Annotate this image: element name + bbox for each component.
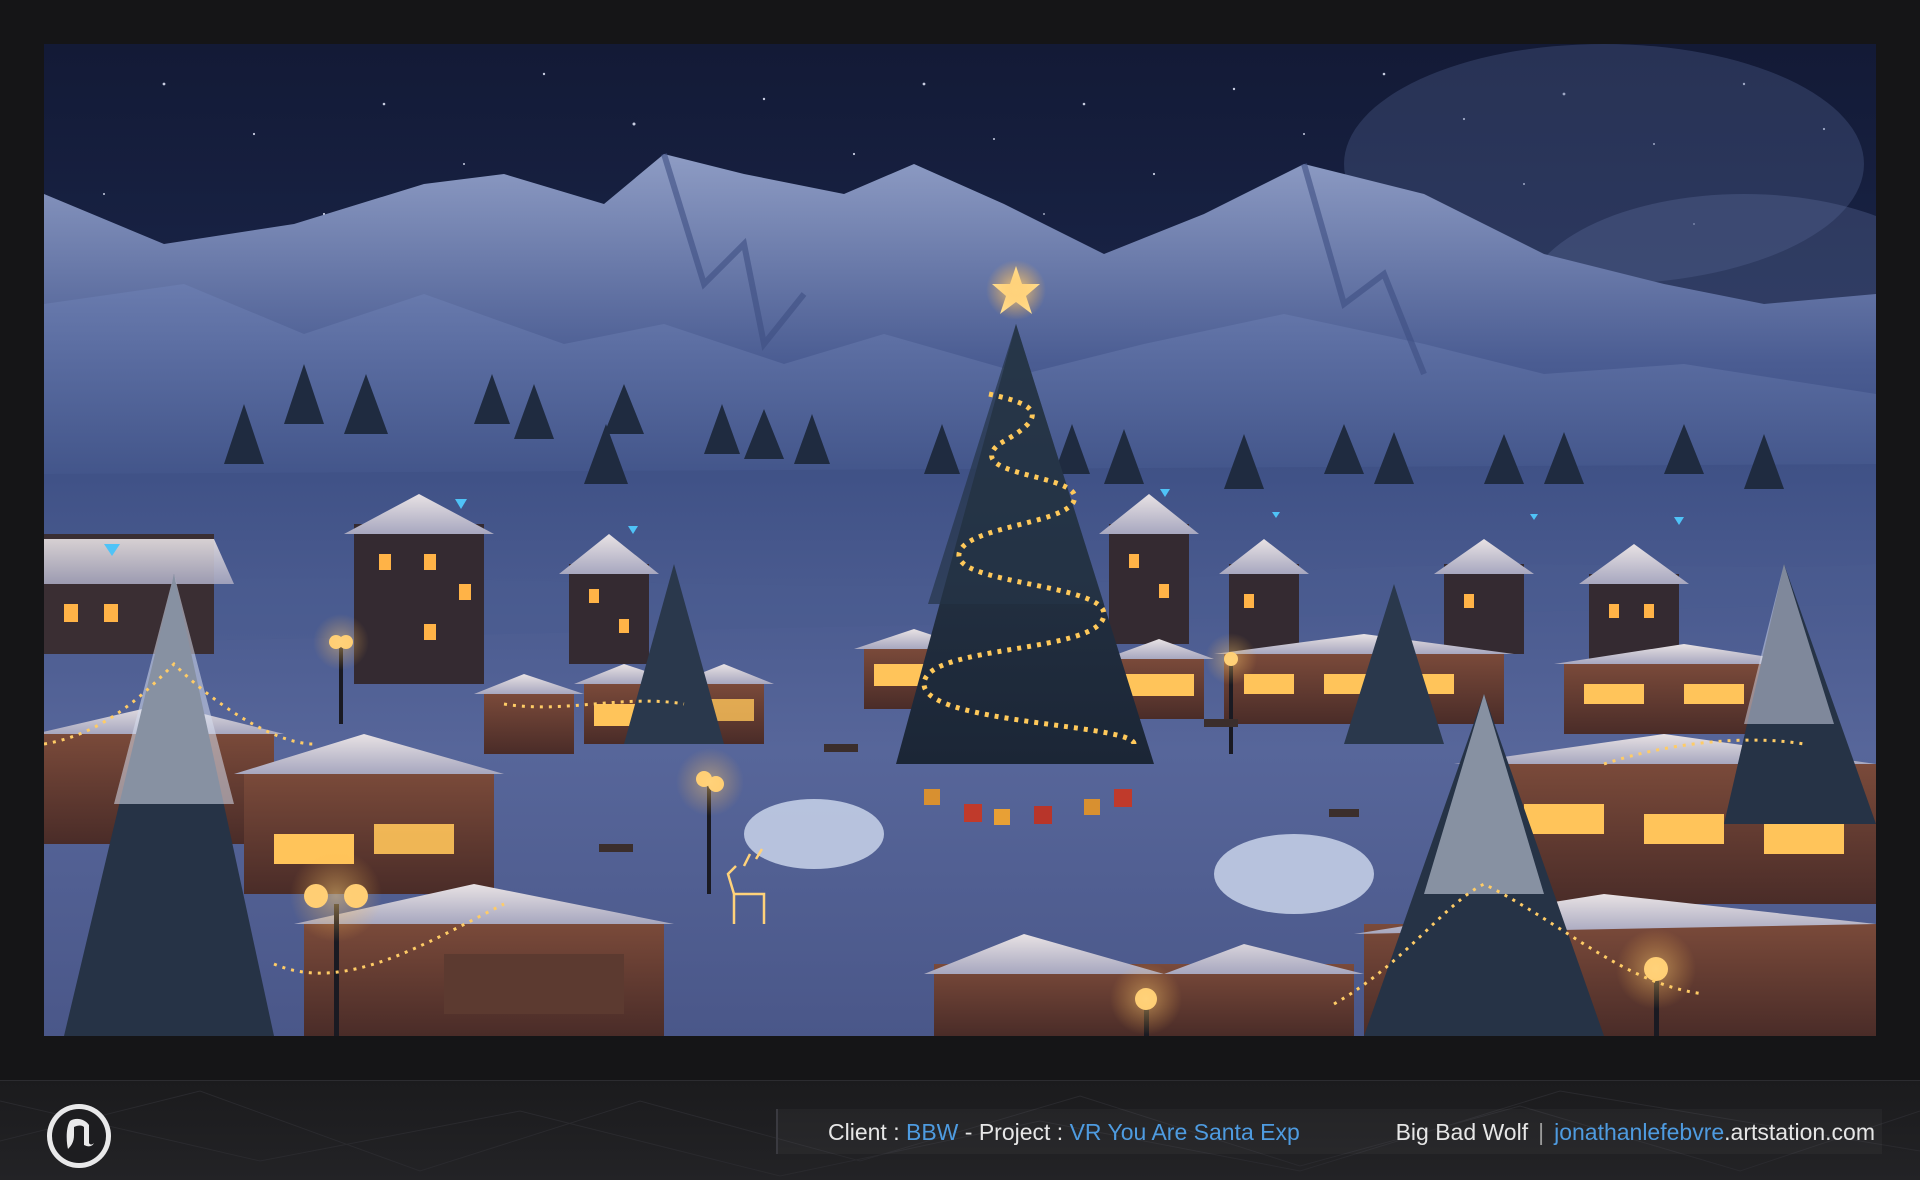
render-image xyxy=(44,44,1876,1036)
project-caption: Client : BBW - Project : VR You Are Sant… xyxy=(828,1117,1300,1147)
studio-name: Big Bad Wolf xyxy=(1395,1119,1529,1145)
unreal-engine-logo-icon xyxy=(47,1104,111,1168)
artist-caption: Big Bad Wolf | jonathanlefebvre.artstation… xyxy=(1396,1117,1875,1147)
project-separator: - xyxy=(958,1119,979,1145)
christmas-village-scene xyxy=(44,44,1876,1036)
client-label: Client : xyxy=(828,1119,900,1145)
artist-link-name: jonathanlefebvre xyxy=(1554,1119,1725,1145)
caption-divider: | xyxy=(1538,1119,1545,1145)
project-label: Project : xyxy=(978,1119,1064,1145)
artist-link[interactable]: jonathanlefebvre.artstation.com xyxy=(1554,1119,1875,1145)
artist-link-domain: .artstation.com xyxy=(1724,1119,1875,1145)
project-value: VR You Are Santa Exp xyxy=(1069,1119,1300,1145)
client-value: BBW xyxy=(905,1119,959,1145)
